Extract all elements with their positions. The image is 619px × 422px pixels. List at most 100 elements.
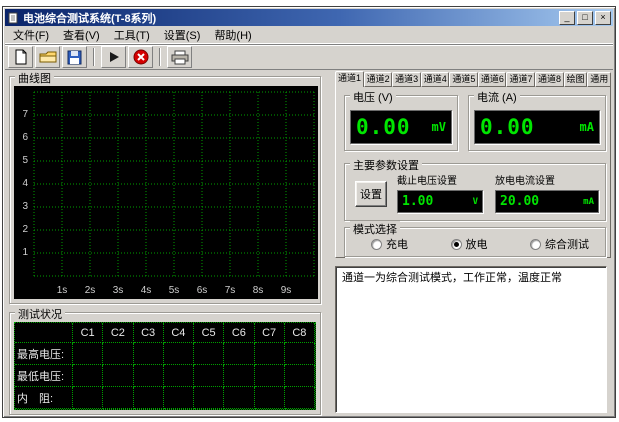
window-title: 电池综合测试系统(T-8系列) [23, 10, 557, 26]
x-tick-label: 3s [108, 285, 128, 296]
tab-channel-2[interactable]: 通道2 [364, 72, 393, 87]
plot-grid [14, 86, 318, 299]
toolbar-separator [159, 48, 161, 66]
discharge-current-unit: mA [583, 197, 594, 207]
start-button[interactable] [101, 46, 126, 68]
open-button[interactable] [35, 46, 60, 68]
mode-option-discharge[interactable]: 放电 [451, 236, 488, 252]
status-row-label: 内 阻: [15, 387, 73, 409]
menu-settings[interactable]: 设置(S) [157, 25, 208, 45]
tab-channel-1[interactable]: 通道1 [335, 71, 364, 87]
discharge-current-label: 放电电流设置 [495, 172, 599, 187]
close-button[interactable]: × [595, 11, 611, 25]
cutoff-voltage-label: 截止电压设置 [397, 172, 483, 187]
minimize-button[interactable]: _ [559, 11, 575, 25]
status-cell [164, 343, 194, 365]
minimize-icon: _ [564, 13, 569, 22]
radio-icon [371, 239, 382, 250]
curve-chart-title: 曲线图 [15, 70, 54, 86]
channel-tabs: 通道1 通道2 通道3 通道4 通道5 通道6 通道7 通道8 绘图 通用 [335, 70, 611, 87]
menu-tools[interactable]: 工具(T) [107, 25, 157, 45]
x-tick-label: 9s [276, 285, 296, 296]
open-folder-icon [39, 50, 57, 64]
app-icon [7, 12, 19, 24]
status-cell [194, 343, 224, 365]
status-cell [73, 343, 103, 365]
current-group: 电流 (A) 0.00 mA [468, 95, 606, 151]
status-cell [103, 365, 133, 387]
new-file-icon [13, 49, 28, 65]
status-table: C1C2C3C4C5C6C7C8最高电压:最低电压:内 阻: [14, 322, 316, 410]
voltage-group-label: 电压 (V) [350, 89, 396, 105]
y-tick-label: 7 [22, 108, 30, 122]
y-tick-label: 2 [22, 223, 30, 237]
mode-select-group: 模式选择 充电 放电 综合测试 [344, 227, 606, 257]
set-button[interactable]: 设置 [355, 181, 387, 207]
radio-icon [451, 239, 462, 250]
tab-channel-7[interactable]: 通道7 [506, 72, 535, 87]
x-tick-label: 6s [192, 285, 212, 296]
y-axis-ticks: 7654321 [14, 108, 30, 260]
channel-tab-panel: 电压 (V) 0.00 mV 电流 (A) 0.00 mA 主要参数设置 设置 [335, 86, 611, 258]
tab-channel-4[interactable]: 通道4 [421, 72, 450, 87]
radio-icon [530, 239, 541, 250]
tab-channel-5[interactable]: 通道5 [449, 72, 478, 87]
menubar: 文件(F) 查看(V) 工具(T) 设置(S) 帮助(H) [5, 26, 613, 44]
maximize-button[interactable]: □ [577, 11, 593, 25]
cutoff-voltage-param: 截止电压设置 1.00 V [397, 172, 483, 213]
cutoff-voltage-value: 1.00 [402, 194, 433, 209]
print-button[interactable] [167, 46, 192, 68]
current-group-label: 电流 (A) [474, 89, 520, 105]
mode-option-combined-test[interactable]: 综合测试 [530, 236, 589, 252]
status-cell [164, 387, 194, 409]
main-params-group: 主要参数设置 设置 截止电压设置 1.00 V 放电电流设置 20.00 m [344, 163, 606, 221]
tab-general[interactable]: 通用 [587, 72, 611, 87]
close-icon: × [600, 13, 605, 22]
mode-option-discharge-label: 放电 [466, 236, 488, 252]
save-button[interactable] [62, 46, 87, 68]
mode-option-combined-test-label: 综合测试 [545, 236, 589, 252]
status-row-label: 最高电压: [15, 343, 73, 365]
status-cell [224, 387, 254, 409]
curve-chart-group: 曲线图 7654321 1s2s3s4s5s6s7s8s9s [9, 76, 321, 304]
x-tick-label: 8s [248, 285, 268, 296]
tab-channel-6[interactable]: 通道6 [478, 72, 507, 87]
menu-file[interactable]: 文件(F) [6, 25, 56, 45]
status-cell [134, 343, 164, 365]
tab-channel-3[interactable]: 通道3 [392, 72, 421, 87]
y-tick-label: 5 [22, 154, 30, 168]
status-column-header: C8 [285, 323, 315, 343]
mode-select-title: 模式选择 [350, 221, 400, 237]
mode-options: 充电 放电 综合测试 [345, 236, 605, 252]
save-icon [67, 50, 82, 65]
x-tick-label: 5s [164, 285, 184, 296]
x-tick-label: 1s [52, 285, 72, 296]
toolbar-separator [93, 48, 95, 66]
status-cell [285, 343, 315, 365]
x-tick-label: 4s [136, 285, 156, 296]
status-cell [224, 343, 254, 365]
main-params-title: 主要参数设置 [350, 157, 422, 173]
status-cell [194, 365, 224, 387]
status-cell [255, 387, 285, 409]
y-tick-label: 3 [22, 200, 30, 214]
status-column-header: C7 [255, 323, 285, 343]
mode-option-charge[interactable]: 充电 [371, 236, 408, 252]
status-column-header: C2 [103, 323, 133, 343]
menu-help[interactable]: 帮助(H) [207, 25, 258, 45]
tab-channel-8[interactable]: 通道8 [535, 72, 564, 87]
status-message-box[interactable]: 通道一为综合测试模式，工作正常，温度正常 [335, 266, 607, 413]
status-cell [103, 387, 133, 409]
x-tick-label: 7s [220, 285, 240, 296]
stop-button[interactable] [128, 46, 153, 68]
voltage-unit: mV [432, 120, 446, 134]
menu-view[interactable]: 查看(V) [56, 25, 107, 45]
status-column-header: C6 [224, 323, 254, 343]
status-column-header: C1 [73, 323, 103, 343]
y-tick-label: 6 [22, 131, 30, 145]
voltage-display: 0.00 mV [350, 110, 452, 144]
new-file-button[interactable] [8, 46, 33, 68]
titlebar: 电池综合测试系统(T-8系列) _ □ × [5, 9, 613, 26]
tab-drawing[interactable]: 绘图 [564, 72, 588, 87]
status-cell [194, 387, 224, 409]
